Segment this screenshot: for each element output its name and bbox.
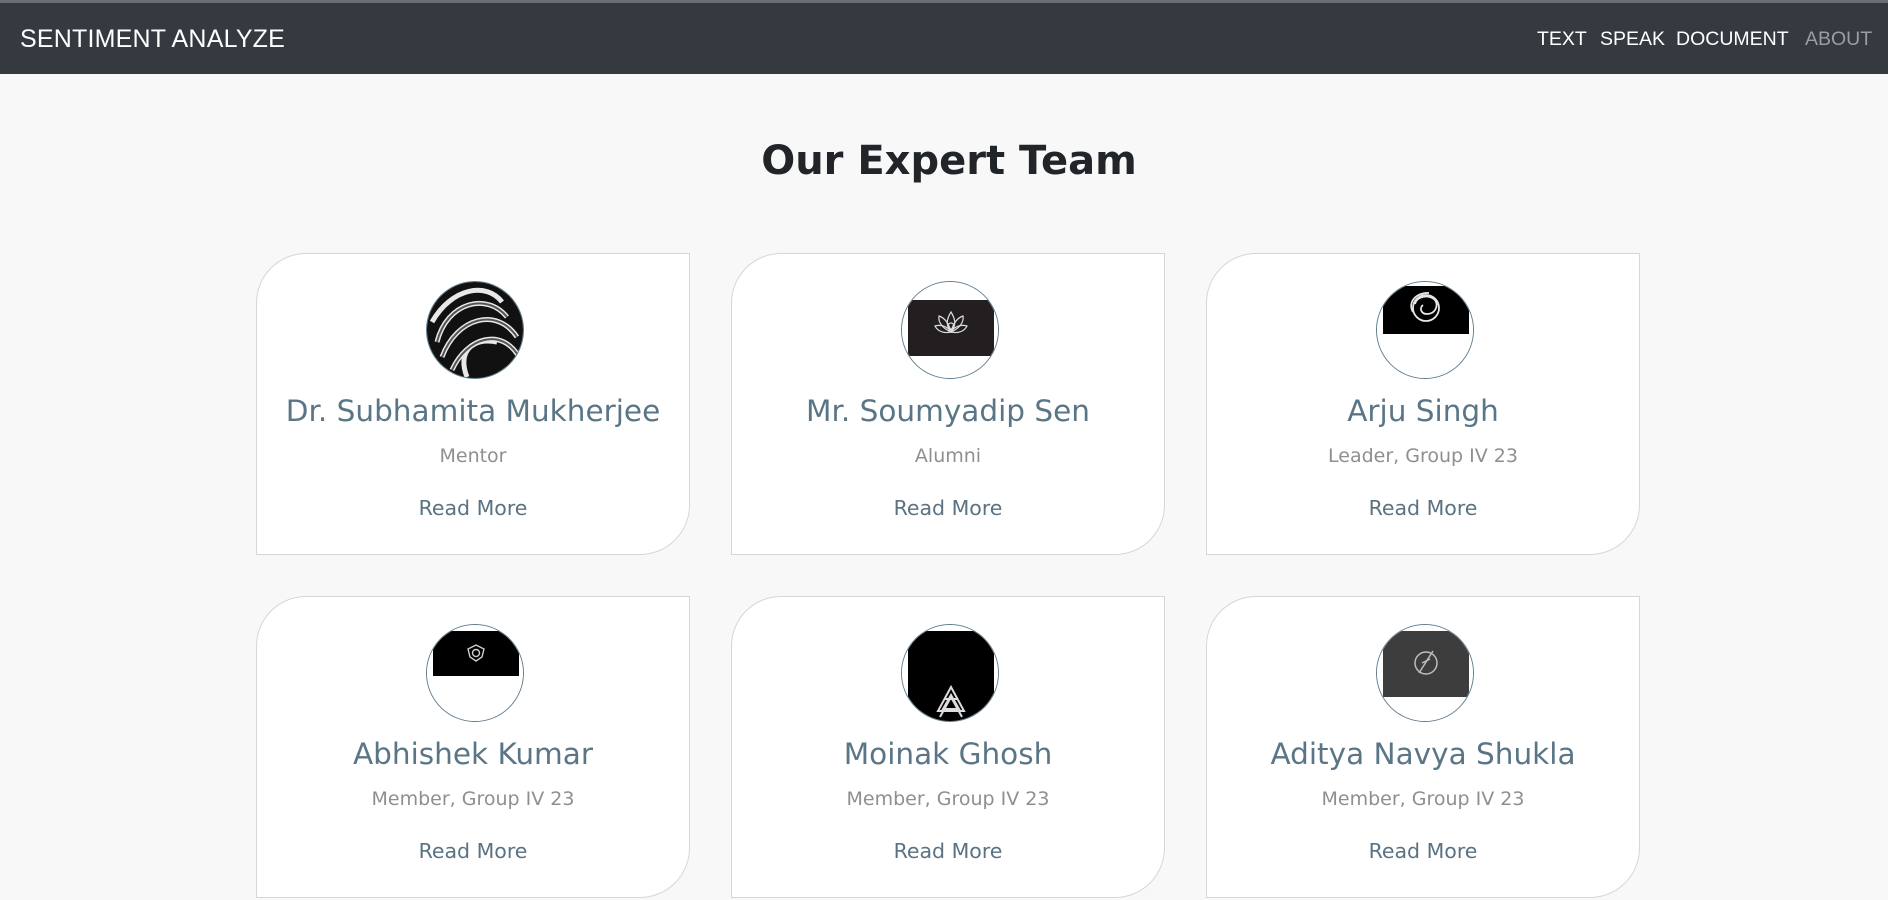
team-card: Dr. Subhamita Mukherjee Mentor Read More [256,253,690,555]
nav-item-speak[interactable]: SPEAK [1600,3,1665,76]
avatar [901,281,999,379]
knot-logo-icon [427,282,523,378]
page-title: Our Expert Team [761,138,1137,184]
member-name: Mr. Soumyadip Sen [806,394,1090,428]
navbar: SENTIMENT ANALYZE TEXT SPEAK DOCUMENT AB… [0,3,1888,74]
member-name: Aditya Navya Shukla [1270,737,1576,771]
read-more-link[interactable]: Read More [732,839,1164,863]
triangle-logo-icon [902,625,998,721]
read-more-link[interactable]: Read More [732,496,1164,520]
member-role: Alumni [914,445,982,467]
circle-slash-logo-icon [1377,625,1473,721]
nav-item-text[interactable]: TEXT [1537,3,1587,76]
member-role: Leader, Group IV 23 [1328,445,1518,467]
avatar [426,281,524,379]
read-more-link[interactable]: Read More [1207,839,1639,863]
member-name: Moinak Ghosh [843,737,1053,771]
member-name: Dr. Subhamita Mukherjee [285,394,661,428]
member-role: Member, Group IV 23 [846,788,1050,810]
avatar [901,624,999,722]
member-name: Arju Singh [1347,394,1499,428]
read-more-link[interactable]: Read More [257,496,689,520]
team-card: Moinak Ghosh Member, Group IV 23 Read Mo… [731,596,1165,898]
member-role: Member, Group IV 23 [1321,788,1525,810]
member-role: Member, Group IV 23 [371,788,575,810]
team-card: Mr. Soumyadip Sen Alumni Read More [731,253,1165,555]
member-name: Abhishek Kumar [353,737,593,771]
member-role: Mentor [439,445,507,467]
swirl-logo-icon [1377,282,1473,378]
brand-logo-text[interactable]: SENTIMENT ANALYZE [20,3,285,76]
read-more-link[interactable]: Read More [1207,496,1639,520]
avatar [426,624,524,722]
team-card: Arju Singh Leader, Group IV 23 Read More [1206,253,1640,555]
avatar [1376,281,1474,379]
nav-item-document[interactable]: DOCUMENT [1676,3,1789,76]
read-more-link[interactable]: Read More [257,839,689,863]
nav-item-about[interactable]: ABOUT [1805,3,1872,76]
avatar [1376,624,1474,722]
team-card: Aditya Navya Shukla Member, Group IV 23 … [1206,596,1640,898]
lotus-logo-icon [902,282,998,378]
team-card: Abhishek Kumar Member, Group IV 23 Read … [256,596,690,898]
crest-logo-icon [427,625,523,721]
